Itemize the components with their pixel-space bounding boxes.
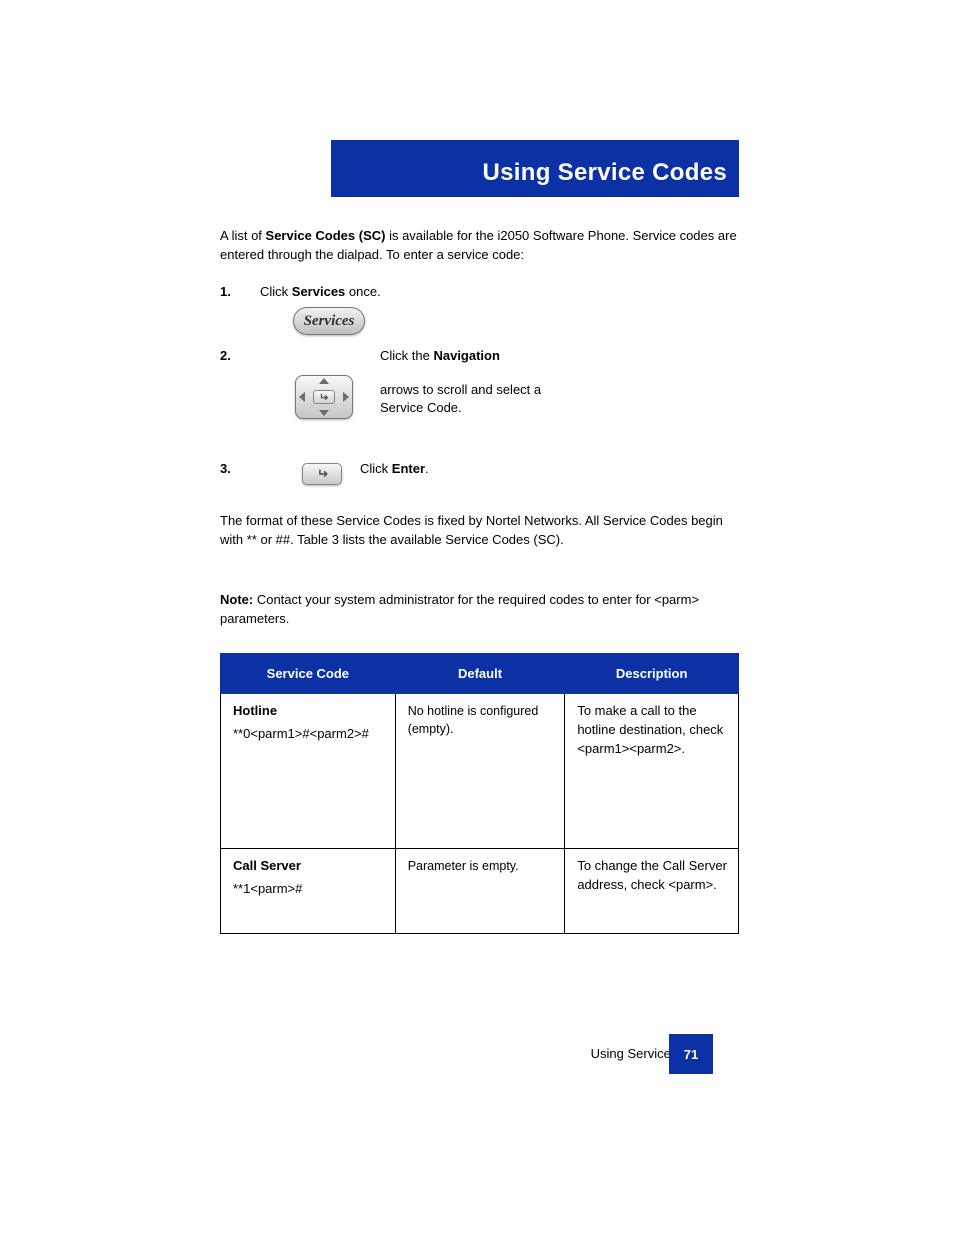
step-2-number: 2.: [220, 347, 231, 366]
note-paragraph: Note: Contact your system administrator …: [220, 590, 740, 628]
step-2-pre: Click the: [380, 348, 433, 363]
cell-hotline-code: Hotline **0<parm1>#<parm2>#: [221, 694, 396, 849]
cell-callserver-default: Parameter is empty.: [395, 849, 565, 934]
step-1: 1. Click Services once.: [260, 283, 740, 302]
step-2-bold: Navigation: [433, 348, 499, 363]
table-row: Hotline **0<parm1>#<parm2># No hotline i…: [221, 694, 739, 849]
step-3-post: .: [425, 461, 429, 476]
section-title-bar: Using Service Codes: [331, 140, 739, 197]
callserver-title: Call Server: [233, 857, 385, 876]
table-header-default: Default: [395, 654, 565, 694]
step-1-text-after: once.: [345, 284, 380, 299]
arrow-up-icon: [319, 378, 329, 384]
table-header-row: Service Code Default Description: [221, 654, 739, 694]
step-2-line3: Service Code.: [380, 400, 740, 415]
step-3-number: 3.: [220, 460, 231, 479]
table-header-description: Description: [565, 654, 739, 694]
step-1-bold: Services: [292, 284, 346, 299]
lead-bold: Service Codes (SC): [266, 228, 386, 243]
hotline-title: Hotline: [233, 702, 385, 721]
cell-hotline-default: No hotline is configured (empty).: [395, 694, 565, 849]
step-3-bold: Enter: [392, 461, 425, 476]
step-1-number: 1.: [220, 283, 231, 302]
arrow-down-icon: [319, 410, 329, 416]
enter-button-icon: ↵: [302, 463, 342, 485]
return-glyph-icon: ↵: [319, 391, 328, 404]
section-title: Using Service Codes: [483, 159, 727, 187]
lead-paragraph: A list of Service Codes (SC) is availabl…: [220, 227, 740, 265]
step-1-text-before: Click: [260, 284, 292, 299]
format-paragraph: The format of these Service Codes is fix…: [220, 511, 740, 549]
cell-hotline-desc: To make a call to the hotline destinatio…: [565, 694, 739, 849]
callserver-body: **1<parm>#: [233, 880, 385, 899]
table-row: Call Server **1<parm># Parameter is empt…: [221, 849, 739, 934]
service-codes-table: Service Code Default Description Hotline…: [220, 653, 739, 934]
table-header-service-code: Service Code: [221, 654, 396, 694]
step-3-pre: Click: [360, 461, 392, 476]
note-bold: Note:: [220, 592, 253, 607]
arrow-left-icon: [299, 392, 305, 402]
services-button-icon: Services: [293, 307, 365, 335]
services-button-label: Services: [304, 313, 355, 330]
note-rest: Contact your system administrator for th…: [220, 592, 699, 626]
cell-callserver-code: Call Server **1<parm>#: [221, 849, 396, 934]
cell-callserver-desc: To change the Call Server address, check…: [565, 849, 739, 934]
lead-prefix: A list of: [220, 228, 266, 243]
navigation-button-icon: ↵: [295, 375, 353, 419]
arrow-right-icon: [343, 392, 349, 402]
return-glyph-icon: ↵: [317, 466, 328, 482]
page-number: 71: [669, 1034, 713, 1074]
step-2: 2. Click the Navigation: [260, 347, 740, 366]
step-2-line2: arrows to scroll and select a: [380, 382, 740, 397]
hotline-body: **0<parm1>#<parm2>#: [233, 725, 385, 744]
enter-inner-icon: ↵: [313, 390, 335, 404]
